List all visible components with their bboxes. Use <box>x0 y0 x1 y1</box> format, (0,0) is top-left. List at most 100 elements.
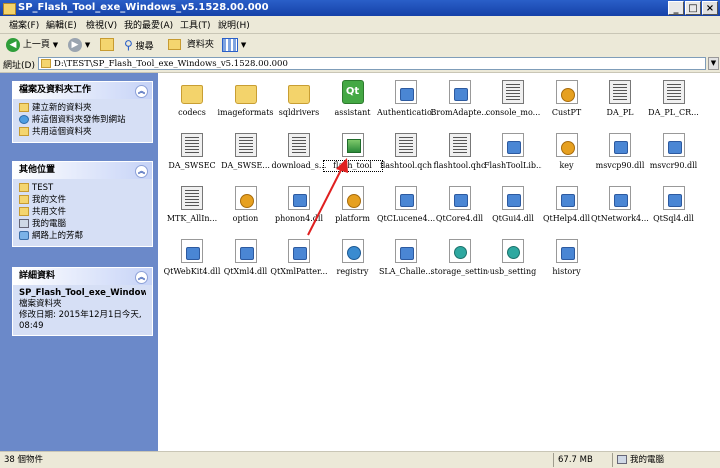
place-label: TEST <box>32 183 54 193</box>
file-item[interactable]: sqldrivers <box>270 76 328 140</box>
file-item[interactable]: BromAdapte... <box>431 76 489 140</box>
folders-label: 資料夾 <box>186 40 214 50</box>
file-name: QtNetwork4.... <box>591 214 649 223</box>
dll-icon <box>448 80 471 104</box>
details-panel-header[interactable]: 詳細資料 ︽ <box>13 268 152 285</box>
title-bar[interactable]: SP_Flash_Tool_exe_Windows_v5.1528.00.000… <box>0 0 720 16</box>
place-my-computer[interactable]: 我的電腦 <box>19 218 148 230</box>
minimize-button[interactable]: _ <box>668 1 684 15</box>
place-label: 網路上的芳鄰 <box>32 231 84 241</box>
publish-web-icon <box>19 115 29 124</box>
places-panel-header[interactable]: 其他位置 ︽ <box>13 162 152 179</box>
file-item[interactable]: DA_PL <box>591 76 649 140</box>
place-my-documents[interactable]: 我的文件 <box>19 194 148 206</box>
collapse-icon[interactable]: ︽ <box>135 165 148 178</box>
task-new-folder[interactable]: 建立新的資料夾 <box>19 102 148 114</box>
file-name: QtCore4.dll <box>435 214 484 223</box>
back-button[interactable]: ◀ 上一頁 ▼ <box>6 37 58 53</box>
status-object-count: 38 個物件 <box>4 455 44 465</box>
file-name: registry <box>336 267 369 276</box>
collapse-icon[interactable]: ︽ <box>135 85 148 98</box>
details-type: 檔案資料夾 <box>19 299 62 309</box>
folder-icon <box>41 59 51 68</box>
collapse-icon[interactable]: ︽ <box>135 271 148 284</box>
file-name: phonon4.dll <box>274 214 324 223</box>
forward-button[interactable]: ▶ ▼ <box>68 37 90 53</box>
dll-icon <box>395 80 417 104</box>
task-publish-web[interactable]: 將這個資料夾發佈到網站 <box>19 114 148 126</box>
menu-file[interactable]: 檔案(F) <box>9 18 39 31</box>
tasks-panel-title: 檔案及資料夾工作 <box>19 85 92 95</box>
details-name: SP_Flash_Tool_exe_Windows_ <box>19 288 146 298</box>
status-location-label: 我的電腦 <box>630 455 665 465</box>
file-name: QtHelp4.dll <box>542 214 591 223</box>
address-value: D:\TEST\SP_Flash_Tool_exe_Windows_v5.152… <box>54 59 288 69</box>
file-name: BromAdapte... <box>430 108 489 117</box>
qt-icon: Qt <box>341 80 364 104</box>
search-button[interactable]: ⚲ 搜尋 <box>124 37 154 53</box>
file-item[interactable]: console_mo... <box>484 76 542 140</box>
file-name: flashtool.qch <box>379 161 433 170</box>
tasks-panel: 檔案及資料夾工作 ︽ 建立新的資料夾 將這個資料夾發佈到網站 共用這個資料夾 <box>12 81 153 143</box>
status-bar: 38 個物件 67.7 MB 我的電腦 <box>0 451 720 468</box>
status-divider <box>612 453 613 467</box>
folder-icon <box>3 3 16 15</box>
file-name: SLA_Challe... <box>378 267 434 276</box>
file-name: storage_setting <box>430 267 489 276</box>
views-icon <box>222 37 238 52</box>
search-icon: ⚲ <box>124 38 133 52</box>
file-name: msvcr90.dll <box>649 161 698 170</box>
folders-icon <box>168 39 181 50</box>
tasks-panel-header[interactable]: 檔案及資料夾工作 ︽ <box>13 82 152 99</box>
file-icon <box>609 80 631 104</box>
folders-button[interactable]: 資料夾 <box>168 37 214 53</box>
file-name: download_s... <box>271 161 327 170</box>
forward-arrow-icon: ▶ <box>68 37 82 52</box>
file-item[interactable]: imageformats <box>217 76 275 140</box>
address-dropdown-button[interactable]: ▼ <box>708 57 719 70</box>
address-field[interactable]: D:\TEST\SP_Flash_Tool_exe_Windows_v5.152… <box>38 57 706 70</box>
maximize-button[interactable]: □ <box>685 1 701 15</box>
menu-edit[interactable]: 編輯(E) <box>46 18 77 31</box>
task-share-folder[interactable]: 共用這個資料夾 <box>19 126 148 138</box>
file-name: DA_SWSEC <box>168 161 216 170</box>
menu-view[interactable]: 檢視(V) <box>86 18 117 31</box>
file-list-view[interactable]: history usb_setting storage_setting SLA_Cha… <box>158 73 720 451</box>
place-shared-documents[interactable]: 共用文件 <box>19 206 148 218</box>
up-folder-button[interactable] <box>100 37 117 53</box>
menu-tools[interactable]: 工具(T) <box>180 18 211 31</box>
folder-icon <box>19 183 29 192</box>
file-name: QtXmlPatter... <box>270 267 328 276</box>
toolbar: ◀ 上一頁 ▼ ▶ ▼ ⚲ 搜尋 資料夾 ▼ <box>0 34 720 57</box>
file-item[interactable]: codecs <box>163 76 221 140</box>
window-title: SP_Flash_Tool_exe_Windows_v5.1528.00.000 <box>18 2 269 13</box>
status-size: 67.7 MB <box>558 455 593 465</box>
documents-icon <box>19 195 29 204</box>
file-item[interactable]: Qt assistant <box>324 76 382 140</box>
file-item[interactable]: CustPT <box>538 76 596 140</box>
file-name: option <box>232 214 259 223</box>
file-name: QtXml4.dll <box>223 267 268 276</box>
network-places-icon <box>19 231 29 240</box>
address-bar: 網址(D) D:\TEST\SP_Flash_Tool_exe_Windows_… <box>0 56 720 73</box>
file-item[interactable]: Authenticatio... <box>377 76 435 140</box>
file-name: imageformats <box>217 108 274 117</box>
file-name: flash_tool <box>322 160 383 172</box>
details-panel-title: 詳細資料 <box>19 271 56 281</box>
place-label: 共用文件 <box>32 207 67 217</box>
place-test[interactable]: TEST <box>19 182 148 194</box>
share-folder-icon <box>19 127 29 136</box>
views-button[interactable]: ▼ <box>222 37 246 53</box>
file-name: codecs <box>178 108 206 117</box>
menu-favorites[interactable]: 我的最愛(A) <box>124 18 173 31</box>
place-network[interactable]: 網路上的芳鄰 <box>19 230 148 242</box>
places-panel-title: 其他位置 <box>19 165 56 175</box>
close-button[interactable]: × <box>702 1 718 15</box>
file-name: Authenticatio... <box>377 108 435 117</box>
file-name: QtGui4.dll <box>492 214 534 223</box>
folder-icon <box>234 85 257 104</box>
file-name: usb_setting <box>489 267 537 276</box>
menu-help[interactable]: 說明(H) <box>218 18 250 31</box>
details-panel: 詳細資料 ︽ SP_Flash_Tool_exe_Windows_ 檔案資料夾 … <box>12 267 153 336</box>
file-item[interactable]: DA_PL_CR... <box>645 76 703 140</box>
